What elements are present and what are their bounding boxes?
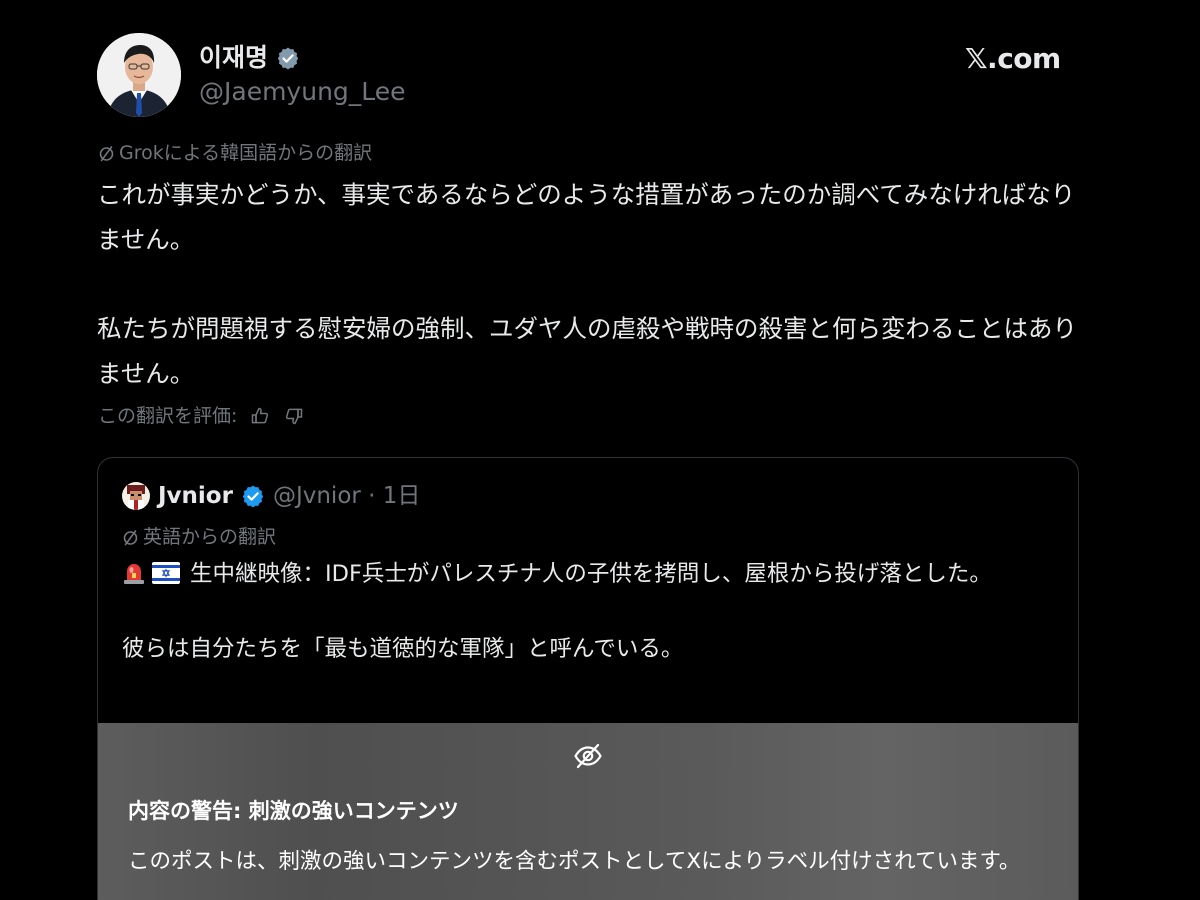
siren-emoji-icon [124,564,144,584]
quoted-author-avatar[interactable] [122,482,150,510]
verified-badge-icon [242,485,264,508]
verified-badge-icon [277,47,299,70]
grok-slash-icon [123,529,138,545]
author-avatar[interactable] [97,33,181,117]
quoted-paragraph: 彼らは自分たちを「最も道徳的な軍隊」と呼んでいる。 [122,636,684,662]
translation-label-text: Grokによる韓国語からの翻訳 [119,142,373,164]
quoted-translation-label-text: 英語からの翻訳 [143,526,277,548]
quoted-author-name[interactable]: Jvnior [158,480,233,512]
author-name[interactable]: 이재명 [199,42,268,74]
tweet-paragraph: 私たちが問題視する慰安婦の強制、ユダヤ人の虐殺や戦時の殺害と何ら変わることはあり… [97,314,1077,388]
thumbs-down-icon[interactable] [283,405,305,427]
translation-label: Grokによる韓国語からの翻訳 [98,141,372,165]
quoted-author-handle-time[interactable]: @Jvnior · 1日 [273,480,420,512]
quoted-post-card[interactable]: Jvnior @Jvnior · 1日 英語からの翻訳 生中継映像：IDF兵士が… [97,457,1079,900]
eye-off-icon [574,743,602,769]
tweet-text: これが事実かどうか、事実であるならどのような措置があったのか調べてみなければなり… [97,172,1077,396]
quoted-post-text: 生中継映像：IDF兵士がパレスチナ人の子供を拷問し、屋根から投げ落とした。 彼ら… [122,556,1052,667]
grok-slash-icon [99,145,114,161]
rate-translation-label: この翻訳を評価: [98,405,238,427]
quoted-paragraph: 生中継映像：IDF兵士がパレスチナ人の子供を拷問し、屋根から投げ落とした。 [122,556,1052,592]
author-name-row[interactable]: 이재명 [199,42,300,74]
sensitive-content-warning[interactable]: 内容の警告: 刺激の強いコンテンツ このポストは、刺激の強いコンテンツを含むポス… [98,723,1078,900]
tweet-paragraph: これが事実かどうか、事実であるならどのような措置があったのか調べてみなければなり… [97,180,1076,254]
quoted-line-1: 生中継映像：IDF兵士がパレスチナ人の子供を拷問し、屋根から投げ落とした。 [190,561,992,587]
thumbs-up-icon[interactable] [249,405,271,427]
quoted-translation-label: 英語からの翻訳 [122,525,276,549]
quoted-post-header: Jvnior @Jvnior · 1日 [122,480,420,512]
rate-translation-row: この翻訳を評価: [98,403,305,429]
author-handle[interactable]: @Jaemyung_Lee [199,76,406,108]
warning-title: 内容の警告: 刺激の強いコンテンツ [128,799,459,823]
warning-text: このポストは、刺激の強いコンテンツを含むポストとしてXによりラベル付けされていま… [128,849,1021,874]
israel-flag-emoji-icon [152,562,180,584]
x-com-logo: 𝕏.com [965,42,1061,75]
